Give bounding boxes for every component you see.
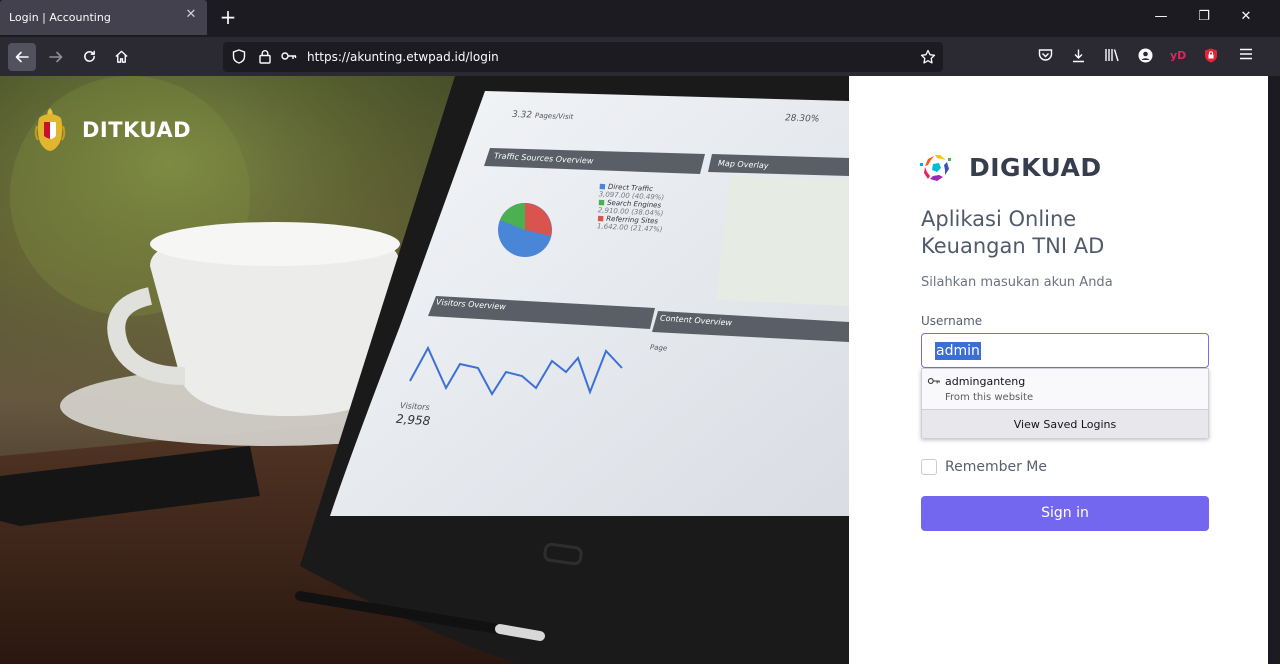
digkuad-logo-icon [920,155,951,181]
account-icon[interactable] [1137,48,1153,64]
tab-strip: Login | Accounting ✕ + — ❐ ✕ [0,0,1280,37]
shield-icon[interactable] [231,49,247,65]
username-input[interactable]: admin [921,333,1209,368]
lock-icon[interactable] [257,49,273,65]
page-column-header: Page [649,343,668,353]
headline-line-2: Keuangan TNI AD [921,234,1105,258]
digkuad-brand: DIGKUAD [969,153,1102,182]
headline-line-1: Aplikasi Online [921,207,1077,231]
download-icon[interactable] [1070,48,1086,64]
saved-login-autocomplete: adminganteng From this website View Save… [921,368,1209,438]
home-icon [114,50,128,63]
ditkuad-brand: DITKUAD [82,118,192,142]
bookmark-star-icon[interactable] [920,49,936,65]
legend-item: ■ Referring Sites 1,642.00 (21.47%) [596,214,663,234]
minimize-icon[interactable]: — [1153,9,1169,25]
pocket-icon[interactable] [1037,48,1053,64]
home-button[interactable] [107,43,135,71]
forward-button[interactable] [42,43,70,71]
hero-image: 3.32 Pages/Visit 28.30% Traffic Sources … [0,76,849,664]
remember-me-checkbox[interactable] [921,459,937,475]
url-text[interactable]: https://akunting.etwpad.id/login [307,50,499,64]
key-icon[interactable] [281,49,297,65]
key-icon [927,375,941,388]
username-label: Username [921,314,983,328]
login-panel: DIGKUAD Aplikasi Online Keuangan TNI AD … [849,76,1268,664]
menu-icon[interactable] [1238,48,1254,64]
new-tab-icon[interactable]: + [219,7,237,27]
restore-icon[interactable]: ❐ [1196,9,1212,25]
tab-close-icon[interactable]: ✕ [184,8,198,22]
back-arrow-icon [15,51,29,63]
reload-icon [83,50,95,62]
url-bar[interactable]: https://akunting.etwpad.id/login [223,42,943,72]
autocomplete-username[interactable]: adminganteng [945,375,1025,388]
yd-extension-icon[interactable]: yD [1170,48,1186,64]
tab-title: Login | Accounting [9,11,111,24]
close-window-icon[interactable]: ✕ [1238,9,1254,25]
visitors-value: 2,958 [395,411,431,429]
sign-in-button[interactable]: Sign in [921,496,1209,531]
pages-per-visit: 3.32 Pages/Visit [511,109,574,122]
login-subtitle: Silahkan masukan akun Anda [921,275,1113,290]
forward-arrow-icon [49,51,63,63]
remember-me-label[interactable]: Remember Me [945,459,1047,475]
ublock-icon[interactable] [1203,48,1219,64]
page-title: Aplikasi Online Keuangan TNI AD [921,206,1221,260]
back-button[interactable] [8,43,36,71]
page-viewport: 3.32 Pages/Visit 28.30% Traffic Sources … [0,76,1268,664]
traffic-legend: ■ Direct Traffic 3,097.00 (40.49%) ■ Sear… [597,182,665,233]
nav-bar: https://akunting.etwpad.id/login yD [0,37,1280,76]
tab-login-accounting[interactable]: Login | Accounting ✕ [0,0,207,35]
username-value[interactable]: admin [935,342,981,360]
library-icon[interactable] [1104,48,1120,64]
bounce-rate: 28.30% [784,113,820,125]
reload-button[interactable] [75,43,103,71]
autocomplete-source: From this website [945,392,1034,403]
window-edge [1268,76,1280,664]
ditkuad-emblem-icon [34,108,66,151]
view-saved-logins-button[interactable]: View Saved Logins [922,409,1208,438]
